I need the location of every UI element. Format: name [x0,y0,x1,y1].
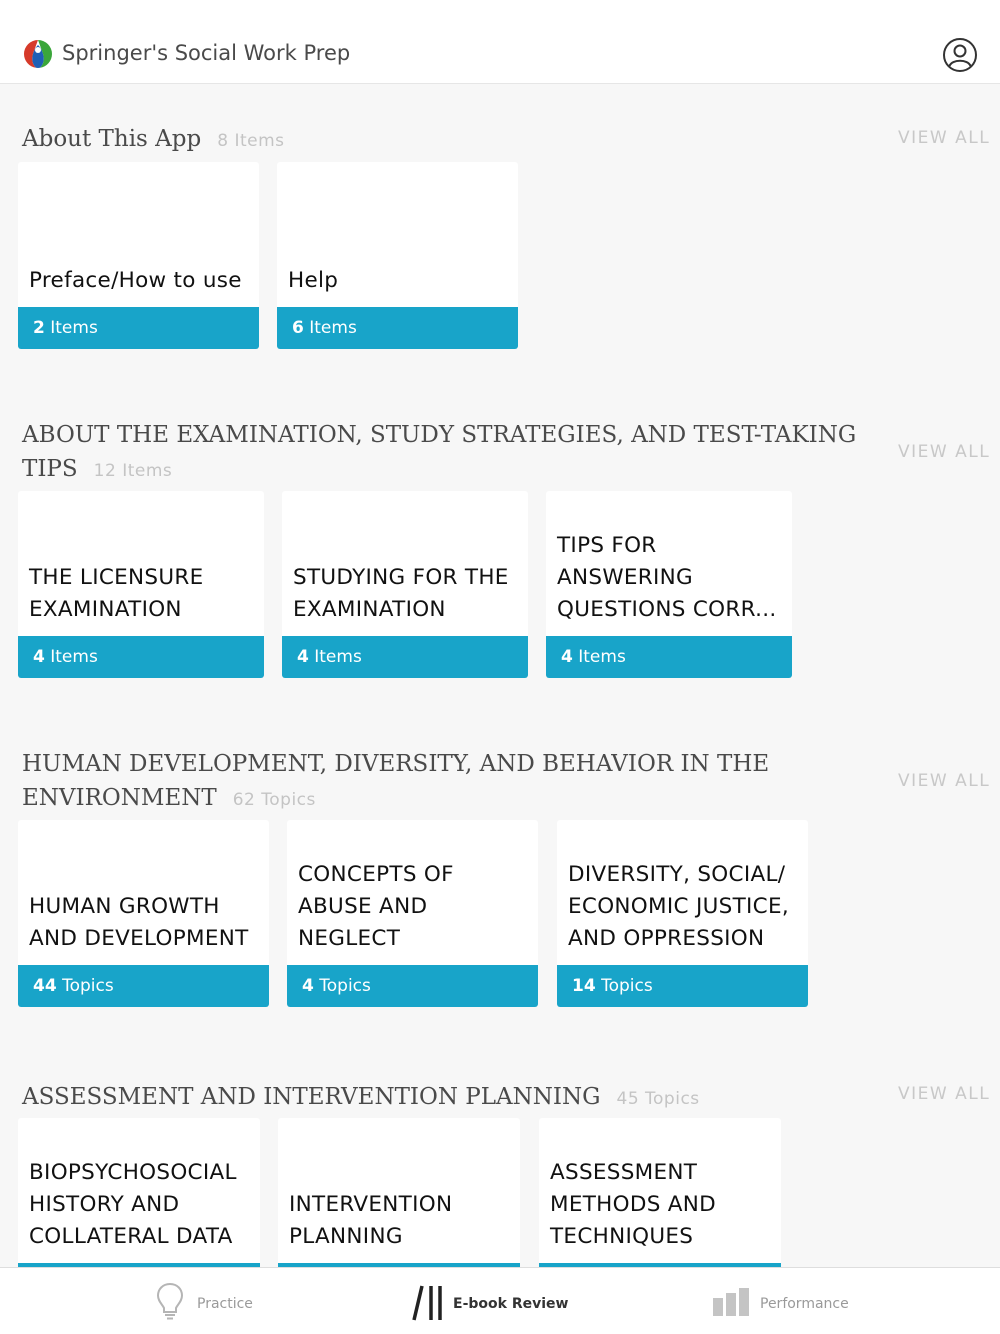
lightbulb-icon [156,1282,184,1320]
card-licensure-examination[interactable]: THE LICENSURE EXAMINATION 4 Items [18,491,264,678]
card-title: Help [288,268,339,293]
card-human-growth[interactable]: HUMAN GROWTH AND DEVELOPMENT 44 Topics [18,820,269,1007]
card-count-bar: 14 Topics [557,965,808,1007]
card-count-bar: 4 Topics [287,965,538,1007]
card-abuse-neglect[interactable]: CONCEPTS OF ABUSE AND NEGLECT 4 Topics [287,820,538,1007]
section-heading: About This App 8 Items [22,122,862,156]
view-all-button[interactable]: VIEW ALL [898,771,990,791]
app-logo-icon [24,40,52,68]
section-title: HUMAN DEVELOPMENT, DIVERSITY, AND BEHAVI… [22,751,770,811]
tab-label: E-book Review [453,1296,569,1312]
section-count: 12 Items [93,461,173,481]
tab-practice[interactable]: Practice [150,1268,290,1334]
card-count-bar: 4 Items [546,636,792,678]
card-count-bar: 6 Items [277,307,518,349]
card-count-bar: 4 Items [282,636,528,678]
section-count: 62 Topics [232,790,316,810]
app-title: Springer's Social Work Prep [62,41,351,65]
section-heading: ASSESSMENT AND INTERVENTION PLANNING 45 T… [22,1080,862,1114]
card-preface[interactable]: Preface/How to use 2 Items [18,162,259,349]
section-heading: ABOUT THE EXAMINATION, STUDY STRATEGIES,… [22,418,862,486]
card-title: Preface/How to use [29,268,242,293]
section-count: 45 Topics [616,1089,700,1109]
view-all-button[interactable]: VIEW ALL [898,128,990,148]
view-all-button[interactable]: VIEW ALL [898,442,990,462]
section-count: 8 Items [217,131,285,151]
card-studying-examination[interactable]: STUDYING FOR THE EXAMINATION 4 Items [282,491,528,678]
app-header: Springer's Social Work Prep [0,0,1000,84]
app-root: Springer's Social Work Prep About This A… [0,0,1000,1334]
card-title: THE LICENSURE EXAMINATION [29,565,204,622]
book-stack-icon [412,1285,442,1321]
card-title: BIOPSYCHOSOCIAL HISTORY AND COLLATERAL D… [29,1160,237,1249]
card-count-bar: 44 Topics [18,965,269,1007]
view-all-button[interactable]: VIEW ALL [898,1084,990,1104]
card-count-bar: 2 Items [18,307,259,349]
profile-icon[interactable] [942,37,978,73]
card-title: CONCEPTS OF ABUSE AND NEGLECT [298,862,454,951]
card-title: HUMAN GROWTH AND DEVELOPMENT [29,894,249,951]
tab-label: Performance [760,1296,849,1312]
section-title: ASSESSMENT AND INTERVENTION PLANNING [22,1084,601,1110]
tab-ebook-review[interactable]: E-book Review [405,1268,575,1334]
bar-chart-icon [713,1288,749,1316]
tab-label: Practice [197,1296,253,1312]
card-title: TIPS FOR ANSWERING QUESTIONS CORR... [557,533,777,622]
section-title: About This App [22,126,202,152]
tab-performance[interactable]: Performance [710,1268,860,1334]
card-tips-answering[interactable]: TIPS FOR ANSWERING QUESTIONS CORR... 4 I… [546,491,792,678]
card-title: INTERVENTION PLANNING [289,1192,453,1249]
card-count-bar: 4 Items [18,636,264,678]
card-title: ASSESSMENT METHODS AND TECHNIQUES [550,1160,717,1249]
bottom-tab-bar: Practice E-book Review Performance [0,1267,1000,1334]
card-title: DIVERSITY, SOCIAL/ ECONOMIC JUSTICE, AND… [568,862,789,951]
card-title: STUDYING FOR THE EXAMINATION [293,565,509,622]
card-help[interactable]: Help 6 Items [277,162,518,349]
section-heading: HUMAN DEVELOPMENT, DIVERSITY, AND BEHAVI… [22,747,862,815]
card-diversity-justice[interactable]: DIVERSITY, SOCIAL/ ECONOMIC JUSTICE, AND… [557,820,808,1007]
